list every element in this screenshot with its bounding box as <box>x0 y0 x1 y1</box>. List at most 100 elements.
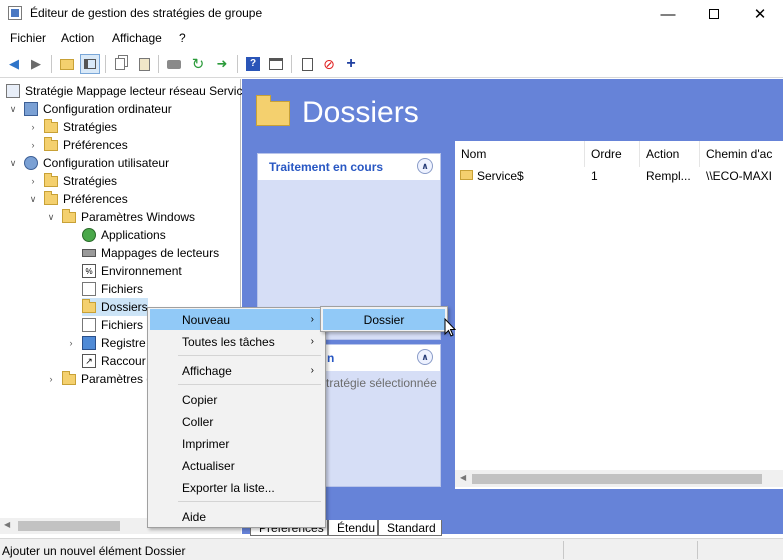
menu-item-actualiser[interactable]: Actualiser <box>150 455 323 476</box>
app-icon <box>8 6 22 20</box>
column-header-name[interactable]: Nom <box>455 141 585 167</box>
folder-icon <box>44 136 58 151</box>
folder-icon <box>62 208 76 223</box>
menu-item-all-tasks[interactable]: Toutes les tâches › <box>150 331 323 352</box>
drive-icon <box>82 249 96 257</box>
list-horizontal-scrollbar[interactable]: ◀ <box>455 470 783 487</box>
tree-folders[interactable]: Dossiers <box>82 298 148 316</box>
tree-panel-params[interactable]: › Paramètres d <box>46 370 153 388</box>
folder-item-icon <box>460 170 473 180</box>
maximize-button[interactable] <box>691 0 737 28</box>
add-icon[interactable]: + <box>341 54 361 74</box>
collapse-icon[interactable]: ∧ <box>417 158 433 174</box>
chevron-right-icon[interactable]: › <box>66 338 76 348</box>
status-bar: Ajouter un nouvel élément Dossier <box>0 538 783 560</box>
chevron-right-icon[interactable]: › <box>46 374 56 384</box>
menu-help[interactable]: ? <box>179 31 186 45</box>
help-icon[interactable]: ? <box>243 54 263 74</box>
tree-environment[interactable]: % Environnement <box>82 262 182 280</box>
submenu-arrow-icon: › <box>310 336 314 347</box>
submenu-nouveau: Dossier <box>320 306 448 332</box>
chevron-right-icon[interactable]: › <box>28 176 38 186</box>
context-menu: Nouveau › Toutes les tâches › Affichage › C… <box>147 307 326 528</box>
folders-large-icon <box>256 95 290 126</box>
tree-user-strategies[interactable]: › Stratégies <box>28 172 117 190</box>
tree-user-prefs[interactable]: ∨ Préférences <box>28 190 128 208</box>
folder-icon <box>44 190 58 205</box>
menu-item-coller[interactable]: Coller <box>150 411 323 432</box>
menu-item-exporter[interactable]: Exporter la liste... <box>150 477 323 498</box>
chevron-down-icon[interactable]: ∨ <box>28 194 38 205</box>
menu-item-copier[interactable]: Copier <box>150 389 323 410</box>
tree-registry[interactable]: › Registre <box>66 334 146 352</box>
user-icon <box>24 156 38 170</box>
environment-icon: % <box>82 264 96 278</box>
new-item-icon[interactable] <box>297 54 317 74</box>
items-list: Nom Ordre Action Chemin d'ac Service$ 1 … <box>455 141 783 489</box>
paste-icon[interactable] <box>134 54 154 74</box>
scrollbar-thumb[interactable] <box>18 521 120 531</box>
menu-fichier[interactable]: Fichier <box>10 31 46 45</box>
computer-icon <box>24 102 38 116</box>
chevron-right-icon[interactable]: › <box>28 140 38 150</box>
tree-computer-strategies[interactable]: › Stratégies <box>28 118 117 136</box>
column-header-order[interactable]: Ordre <box>585 141 640 167</box>
chevron-down-icon[interactable]: ∨ <box>46 212 56 223</box>
tree-ini-files[interactable]: Fichiers . <box>82 316 150 334</box>
cell-order: 1 <box>591 169 598 183</box>
tree-computer-prefs[interactable]: › Préférences <box>28 136 128 154</box>
refresh-icon[interactable]: ↻ <box>188 54 208 74</box>
applications-icon <box>82 228 96 242</box>
scrollbar-thumb[interactable] <box>472 474 762 484</box>
menu-item-aide[interactable]: Aide <box>150 506 323 527</box>
minimize-button[interactable]: — <box>645 0 691 28</box>
submenu-arrow-icon: › <box>310 314 314 325</box>
column-header-path[interactable]: Chemin d'ac <box>700 141 783 167</box>
registry-icon <box>82 336 96 350</box>
tab-extended[interactable]: Étendu <box>328 520 378 536</box>
back-icon[interactable]: ◀ <box>4 54 24 74</box>
stop-icon[interactable]: ⊘ <box>319 54 339 74</box>
chevron-down-icon[interactable]: ∨ <box>8 104 18 115</box>
mouse-cursor-icon <box>444 318 457 337</box>
chevron-down-icon[interactable]: ∨ <box>8 158 18 169</box>
tree-drive-maps[interactable]: Mappages de lecteurs <box>82 244 219 262</box>
collapse-icon[interactable]: ∧ <box>417 349 433 365</box>
menu-action[interactable]: Action <box>61 31 94 45</box>
print-icon[interactable] <box>164 54 184 74</box>
forward-icon[interactable]: ▶ <box>26 54 46 74</box>
tree-files[interactable]: Fichiers <box>82 280 143 298</box>
export-icon[interactable]: ➜ <box>212 54 232 74</box>
column-header-action[interactable]: Action <box>640 141 700 167</box>
up-folder-icon[interactable] <box>57 54 77 74</box>
menu-item-dossier[interactable]: Dossier <box>323 309 445 330</box>
scroll-left-icon[interactable]: ◀ <box>4 520 10 529</box>
copy-icon[interactable] <box>110 54 130 74</box>
tree-applications[interactable]: Applications <box>82 226 166 244</box>
window-title: Éditeur de gestion des stratégies de gro… <box>30 6 263 20</box>
close-button[interactable]: ✕ <box>737 0 783 28</box>
menu-item-imprimer[interactable]: Imprimer <box>150 433 323 454</box>
view-tabs: Préférences Étendu Standard <box>250 520 783 536</box>
menu-item-affichage[interactable]: Affichage › <box>150 360 323 381</box>
properties-icon[interactable] <box>266 54 286 74</box>
shortcut-icon: ↗ <box>82 354 96 368</box>
chevron-right-icon[interactable]: › <box>28 122 38 132</box>
table-row[interactable]: Service$ 1 Rempl... \\ECO-MAXI <box>455 167 783 185</box>
scroll-left-icon[interactable]: ◀ <box>460 473 466 482</box>
tree-windows-params[interactable]: ∨ Paramètres Windows <box>46 208 195 226</box>
menu-affichage[interactable]: Affichage <box>112 31 162 45</box>
tree-user-config[interactable]: ∨ Configuration utilisateur <box>8 154 169 172</box>
menu-item-nouveau[interactable]: Nouveau › <box>150 309 323 330</box>
description-text: tratégie sélectionnée <box>326 376 437 390</box>
title-bar: Éditeur de gestion des stratégies de gro… <box>0 0 783 28</box>
cell-name: Service$ <box>477 169 524 183</box>
tree-computer-config[interactable]: ∨ Configuration ordinateur <box>8 100 172 118</box>
tree-shortcuts[interactable]: ↗ Raccour <box>82 352 146 370</box>
folder-icon <box>82 298 96 313</box>
cell-path: \\ECO-MAXI <box>706 169 773 183</box>
processing-box-header: Traitement en cours ∧ <box>258 154 440 180</box>
tree-root[interactable]: Stratégie Mappage lecteur réseau Service <box>6 82 249 100</box>
tab-standard[interactable]: Standard <box>378 520 442 536</box>
show-tree-icon[interactable] <box>80 54 100 74</box>
